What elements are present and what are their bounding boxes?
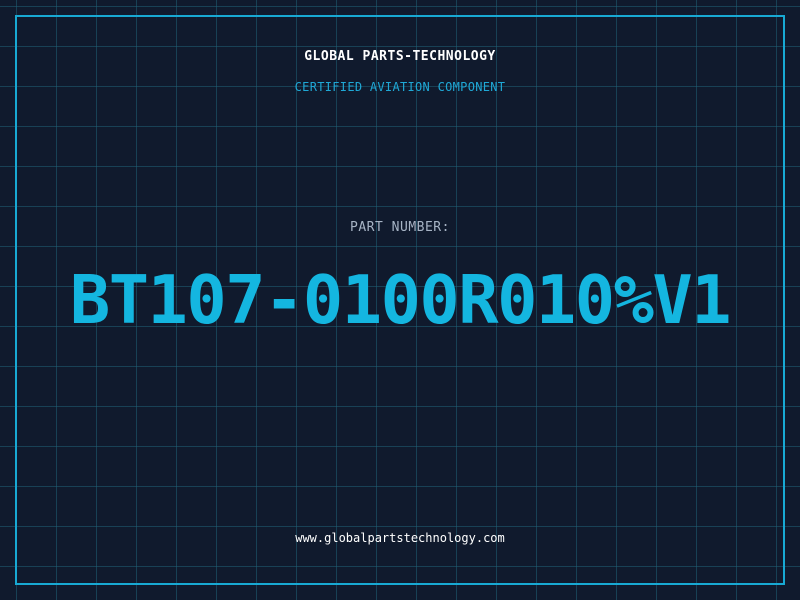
part-number-value: BT107-0100R010%V1	[69, 261, 732, 339]
company-name: GLOBAL PARTS-TECHNOLOGY	[304, 49, 496, 64]
label-canvas: GLOBAL PARTS-TECHNOLOGY CERTIFIED AVIATI…	[0, 0, 800, 600]
certification-subtitle: CERTIFIED AVIATION COMPONENT	[294, 80, 506, 94]
website-url: www.globalpartstechnology.com	[295, 531, 505, 545]
part-number-label: PART NUMBER:	[350, 220, 450, 235]
